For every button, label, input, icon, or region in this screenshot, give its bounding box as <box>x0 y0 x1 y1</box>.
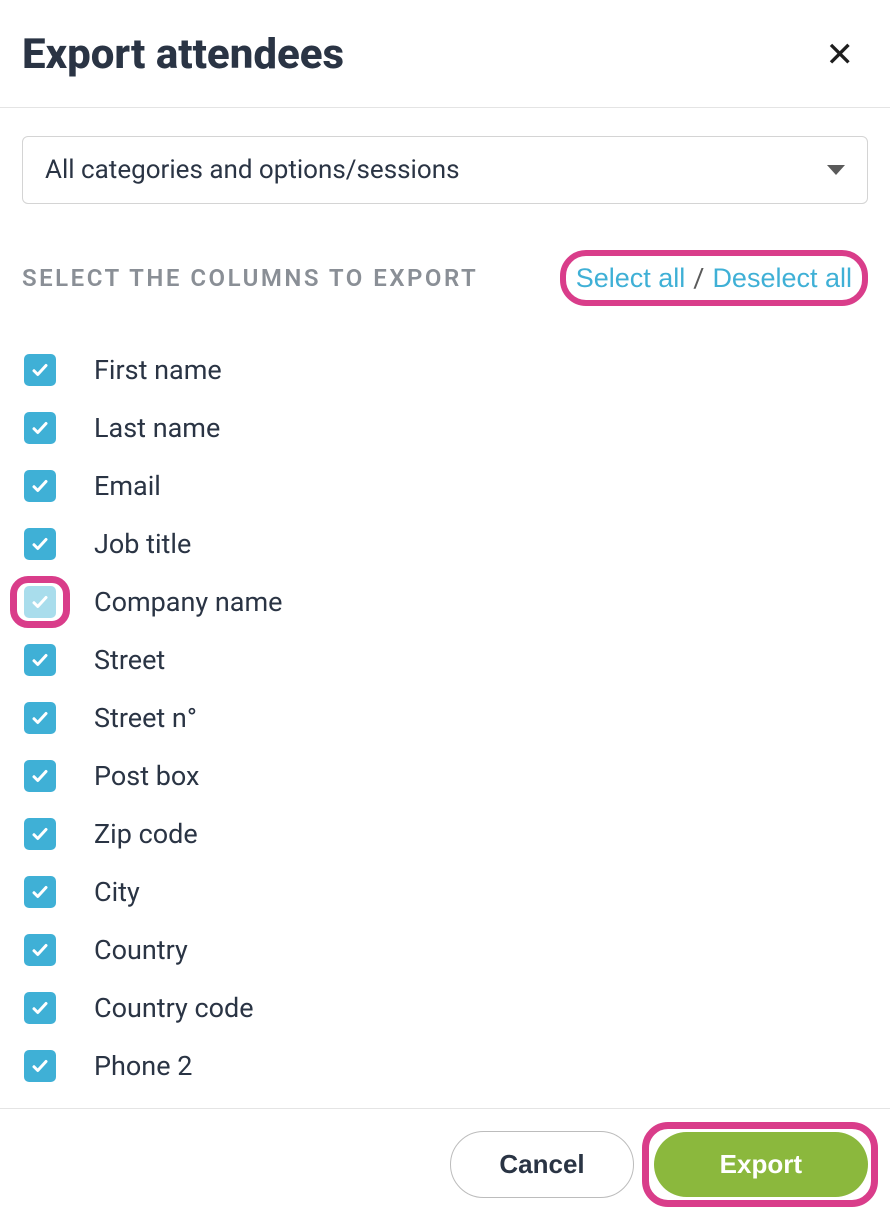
column-row: Job title <box>24 528 868 560</box>
column-checkbox[interactable] <box>24 354 56 386</box>
checkmark-icon <box>31 535 49 553</box>
columns-checkbox-list: First name Last name Email Job title Company… <box>22 354 868 1082</box>
category-dropdown[interactable]: All categories and options/sessions <box>22 136 868 204</box>
column-checkbox[interactable] <box>24 586 56 618</box>
close-button[interactable]: ✕ <box>818 34 863 76</box>
column-checkbox[interactable] <box>24 934 56 966</box>
column-row: Country <box>24 934 868 966</box>
column-label: Street n° <box>94 702 197 734</box>
column-checkbox[interactable] <box>24 412 56 444</box>
checkmark-icon <box>31 593 49 611</box>
checkmark-icon <box>31 419 49 437</box>
columns-section-header: SELECT THE COLUMNS TO EXPORT Select all … <box>22 250 868 306</box>
checkmark-icon <box>31 709 49 727</box>
column-row: Email <box>24 470 868 502</box>
column-row: Post box <box>24 760 868 792</box>
select-links-highlight-wrap: Select all / Deselect all <box>560 250 868 306</box>
column-label: Post box <box>94 760 199 792</box>
column-row: City <box>24 876 868 908</box>
column-row: Street <box>24 644 868 676</box>
column-checkbox[interactable] <box>24 470 56 502</box>
checkmark-icon <box>31 999 49 1017</box>
chevron-down-icon <box>827 165 845 175</box>
column-checkbox[interactable] <box>24 760 56 792</box>
column-label: First name <box>94 354 222 386</box>
column-label: Last name <box>94 412 220 444</box>
column-checkbox[interactable] <box>24 702 56 734</box>
checkmark-icon <box>31 941 49 959</box>
column-row: Country code <box>24 992 868 1024</box>
cancel-button[interactable]: Cancel <box>450 1131 633 1198</box>
export-button[interactable]: Export <box>654 1132 868 1197</box>
checkmark-icon <box>31 883 49 901</box>
column-row: Zip code <box>24 818 868 850</box>
column-label: Phone 2 <box>94 1050 192 1082</box>
column-row: First name <box>24 354 868 386</box>
select-links-box: Select all / Deselect all <box>560 250 868 306</box>
select-all-link[interactable]: Select all <box>576 263 686 294</box>
deselect-all-link[interactable]: Deselect all <box>712 263 852 294</box>
modal-footer: Cancel Export <box>0 1108 890 1220</box>
column-checkbox[interactable] <box>24 818 56 850</box>
column-checkbox[interactable] <box>24 1050 56 1082</box>
column-label: Job title <box>94 528 191 560</box>
column-label: City <box>94 876 140 908</box>
column-label: Email <box>94 470 161 502</box>
column-label: Company name <box>94 586 282 618</box>
checkmark-icon <box>31 767 49 785</box>
export-button-highlight-wrap: Export <box>654 1132 868 1197</box>
section-label: SELECT THE COLUMNS TO EXPORT <box>22 264 478 292</box>
column-checkbox[interactable] <box>24 644 56 676</box>
column-label: Country code <box>94 992 254 1024</box>
checkmark-icon <box>31 1057 49 1075</box>
checkmark-icon <box>31 651 49 669</box>
column-checkbox[interactable] <box>24 992 56 1024</box>
checkmark-icon <box>31 477 49 495</box>
links-divider: / <box>693 262 704 294</box>
page-title: Export attendees <box>22 30 344 79</box>
column-checkbox[interactable] <box>24 528 56 560</box>
column-label: Zip code <box>94 818 198 850</box>
column-row: Company name <box>24 586 868 618</box>
column-row: Street n° <box>24 702 868 734</box>
checkmark-icon <box>31 825 49 843</box>
modal-content: All categories and options/sessions SELE… <box>0 108 890 1082</box>
column-row: Phone 2 <box>24 1050 868 1082</box>
column-label: Country <box>94 934 188 966</box>
modal-header: Export attendees ✕ <box>0 0 890 108</box>
checkmark-icon <box>31 361 49 379</box>
dropdown-selected-value: All categories and options/sessions <box>45 155 460 185</box>
close-icon: ✕ <box>826 36 855 74</box>
column-checkbox[interactable] <box>24 876 56 908</box>
column-row: Last name <box>24 412 868 444</box>
column-label: Street <box>94 644 165 676</box>
